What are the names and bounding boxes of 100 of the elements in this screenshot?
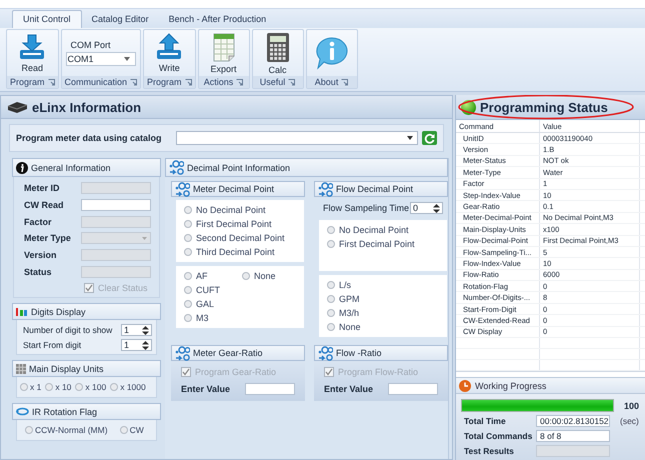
group-label: About: [314, 77, 338, 87]
rotation-icon: [16, 407, 29, 416]
input-field[interactable]: 8 of 8: [536, 430, 610, 442]
section-header: General Information: [12, 158, 161, 177]
tab[interactable]: Bench - After Production: [158, 11, 276, 28]
ribbon-button[interactable]: Export: [202, 31, 245, 75]
field-label: Enter Value: [181, 384, 230, 394]
decimal-point-icon: [318, 346, 333, 360]
info-bubble-icon: [314, 36, 349, 70]
radio-option[interactable]: CUFT: [184, 285, 238, 295]
radio-option[interactable]: x 100: [75, 382, 106, 392]
field-label: Status: [24, 266, 52, 277]
spinner-label: Number of digit to show: [23, 325, 112, 335]
panel-header: eLinx Information: [1, 96, 452, 119]
number-spinner[interactable]: 1: [121, 339, 152, 351]
input-field[interactable]: [245, 383, 295, 395]
field-label: Total Time: [463, 416, 507, 426]
radio-option[interactable]: x 1000: [110, 382, 146, 392]
spin-arrows-icon: [433, 204, 440, 212]
info-icon: [16, 162, 28, 174]
section-header: Flow -Ratio: [314, 345, 448, 361]
radio-option[interactable]: First Decimal Point: [184, 219, 296, 229]
group-label: Communication: [64, 77, 128, 87]
refresh-icon: [424, 132, 435, 144]
field-label: Meter ID: [24, 183, 60, 194]
field-label: Factor: [24, 216, 52, 227]
field-label: CW Read: [24, 200, 64, 210]
radio-option[interactable]: None: [327, 322, 439, 332]
dropdown-caret-icon: [407, 136, 413, 140]
com-port-label: COM Port: [70, 40, 111, 50]
input-field[interactable]: [81, 199, 151, 211]
radio-option[interactable]: L/s: [327, 280, 439, 290]
group-label: Actions: [204, 77, 234, 87]
spin-arrows-icon: [142, 340, 149, 350]
dialog-launcher-icon: [236, 78, 244, 86]
section-header: Digits Display: [12, 303, 161, 320]
radio-option[interactable]: No Decimal Point: [184, 205, 296, 215]
radio-option[interactable]: CW: [120, 425, 144, 435]
decimal-point-icon: [175, 346, 190, 360]
section-header: IR Rotation Flag: [12, 403, 161, 420]
field-label: Enter Value: [324, 384, 374, 394]
radio-option[interactable]: First Decimal Point: [327, 239, 439, 249]
radio-option[interactable]: M3: [184, 313, 238, 323]
spin-arrows-icon: [142, 326, 149, 334]
ribbon-button[interactable]: Calc: [256, 30, 299, 76]
group-label: Useful: [260, 77, 286, 87]
ribbon-button[interactable]: Write: [148, 32, 190, 74]
radio-option[interactable]: GPM: [327, 294, 439, 304]
panel-header: Programming Status: [456, 95, 645, 120]
input-field[interactable]: [388, 383, 438, 395]
ribbon-button[interactable]: Read: [11, 32, 54, 74]
input-field[interactable]: 00:00:02.8130152: [536, 415, 610, 428]
status-light-icon: [461, 100, 476, 114]
group-label: Program: [10, 77, 45, 87]
radio-option[interactable]: x 10: [45, 382, 72, 392]
radio-option[interactable]: Second Decimal Point: [184, 233, 296, 243]
radio-option[interactable]: x 1: [20, 382, 42, 392]
field-label: Version: [24, 250, 57, 260]
radio-option[interactable]: None: [242, 271, 296, 281]
spinner-label: Start From digit: [23, 340, 82, 350]
clock-icon: [459, 380, 471, 392]
decimal-point-icon: [175, 182, 190, 196]
radio-option[interactable]: GAL: [184, 299, 238, 309]
radio-option[interactable]: Third Decimal Point: [184, 247, 296, 257]
refresh-button[interactable]: [422, 131, 437, 145]
radio-option[interactable]: No Decimal Point: [327, 225, 439, 235]
check-icon: [85, 284, 93, 292]
percent-label: 100: [624, 400, 640, 411]
tab[interactable]: Catalog Editor: [82, 11, 159, 28]
radio-option[interactable]: M3/h: [327, 308, 439, 318]
spreadsheet-icon: [210, 32, 237, 62]
device-icon: [6, 101, 28, 113]
catalog-label: Program meter data using catalog: [16, 133, 163, 143]
field-label: Test Results: [463, 446, 515, 456]
port-dropdown[interactable]: COM1: [66, 52, 136, 66]
dropdown-caret-icon: [142, 236, 147, 240]
unit-label: (sec): [620, 416, 639, 426]
dropdown-caret-icon: [124, 57, 130, 61]
dialog-launcher-icon: [48, 78, 55, 86]
tab[interactable]: Unit Control: [12, 10, 82, 28]
section-header: Main Display Units: [12, 360, 161, 377]
dialog-launcher-icon: [130, 78, 138, 86]
dialog-launcher-icon: [341, 78, 348, 86]
sampling-label: Flow Sampeling Time: [323, 203, 410, 213]
dialog-launcher-icon: [288, 78, 296, 86]
grid-icon: [16, 364, 26, 374]
radio-option[interactable]: CCW-Normal (MM): [25, 425, 108, 435]
section-header: Meter Gear-Ratio: [171, 345, 305, 361]
decimal-point-icon: [169, 160, 184, 175]
dialog-launcher-icon: [184, 78, 192, 86]
radio-option[interactable]: AF: [184, 271, 238, 281]
decimal-point-icon: [318, 182, 333, 196]
section-header: Meter Decimal Point: [171, 181, 305, 197]
section-header: Decimal Point Information: [165, 158, 448, 177]
group-label: Program: [147, 77, 182, 87]
catalog-dropdown[interactable]: [176, 131, 418, 145]
section-header: Working Progress: [456, 377, 645, 394]
number-spinner[interactable]: 1: [121, 324, 152, 336]
number-spinner[interactable]: 0: [410, 202, 443, 214]
section-header: Flow Decimal Point: [314, 181, 448, 197]
